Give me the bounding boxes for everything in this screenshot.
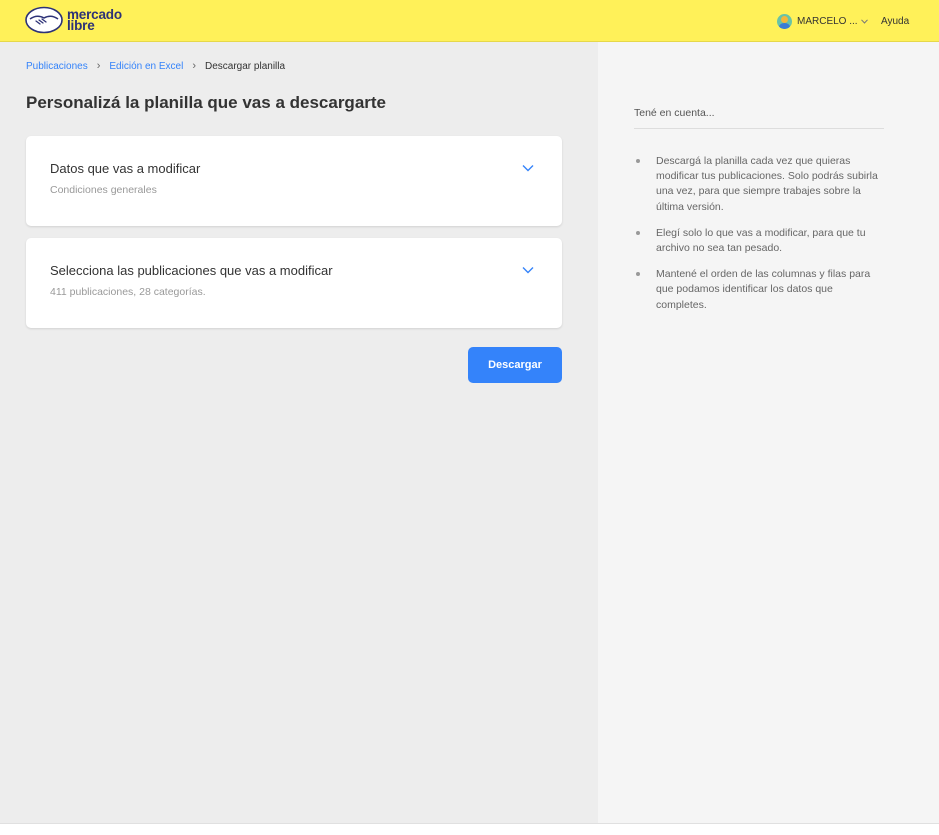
- handshake-logo-icon: [25, 6, 63, 34]
- accordion-title: Selecciona las publicaciones que vas a m…: [50, 263, 333, 278]
- user-menu[interactable]: MARCELO ...: [777, 14, 868, 29]
- help-link[interactable]: Ayuda: [881, 16, 909, 27]
- select-publications-accordion[interactable]: Selecciona las publicaciones que vas a m…: [26, 238, 562, 328]
- download-button[interactable]: Descargar: [468, 347, 562, 383]
- tips-sidebar: Tené en cuenta... Descargá la planilla c…: [598, 42, 939, 823]
- tip-item: Descargá la planilla cada vez que quiera…: [634, 154, 884, 215]
- chevron-down-icon[interactable]: [522, 266, 534, 274]
- top-header: mercado libre MARCELO ... Ayuda: [0, 0, 939, 42]
- breadcrumb: Publicaciones › Edición en Excel › Desca…: [26, 60, 285, 72]
- chevron-down-icon: [860, 19, 868, 24]
- tips-title: Tené en cuenta...: [634, 107, 715, 119]
- breadcrumb-current: Descargar planilla: [205, 60, 286, 72]
- tip-item: Mantené el orden de las columnas y filas…: [634, 267, 884, 313]
- page-title: Personalizá la planilla que vas a descar…: [26, 93, 387, 112]
- accordion-title: Datos que vas a modificar: [50, 161, 201, 176]
- chevron-down-icon[interactable]: [522, 164, 534, 172]
- mercadolibre-logo[interactable]: mercado libre: [25, 5, 135, 35]
- user-avatar-icon: [777, 14, 792, 29]
- breadcrumb-separator-icon: ›: [192, 60, 196, 72]
- breadcrumb-publicaciones-link[interactable]: Publicaciones: [26, 61, 88, 72]
- accordion-subtitle: 411 publicaciones, 28 categorías.: [50, 286, 206, 298]
- breadcrumb-edicion-excel-link[interactable]: Edición en Excel: [109, 61, 183, 72]
- data-to-modify-accordion[interactable]: Datos que vas a modificar Condiciones ge…: [26, 136, 562, 226]
- page-footer: [0, 823, 939, 835]
- divider: [634, 128, 884, 129]
- breadcrumb-separator-icon: ›: [96, 60, 101, 72]
- accordion-subtitle: Condiciones generales: [50, 184, 157, 196]
- tip-item: Elegí solo lo que vas a modificar, para …: [634, 226, 884, 256]
- tips-list: Descargá la planilla cada vez que quiera…: [634, 154, 884, 324]
- user-name: MARCELO ...: [797, 16, 858, 27]
